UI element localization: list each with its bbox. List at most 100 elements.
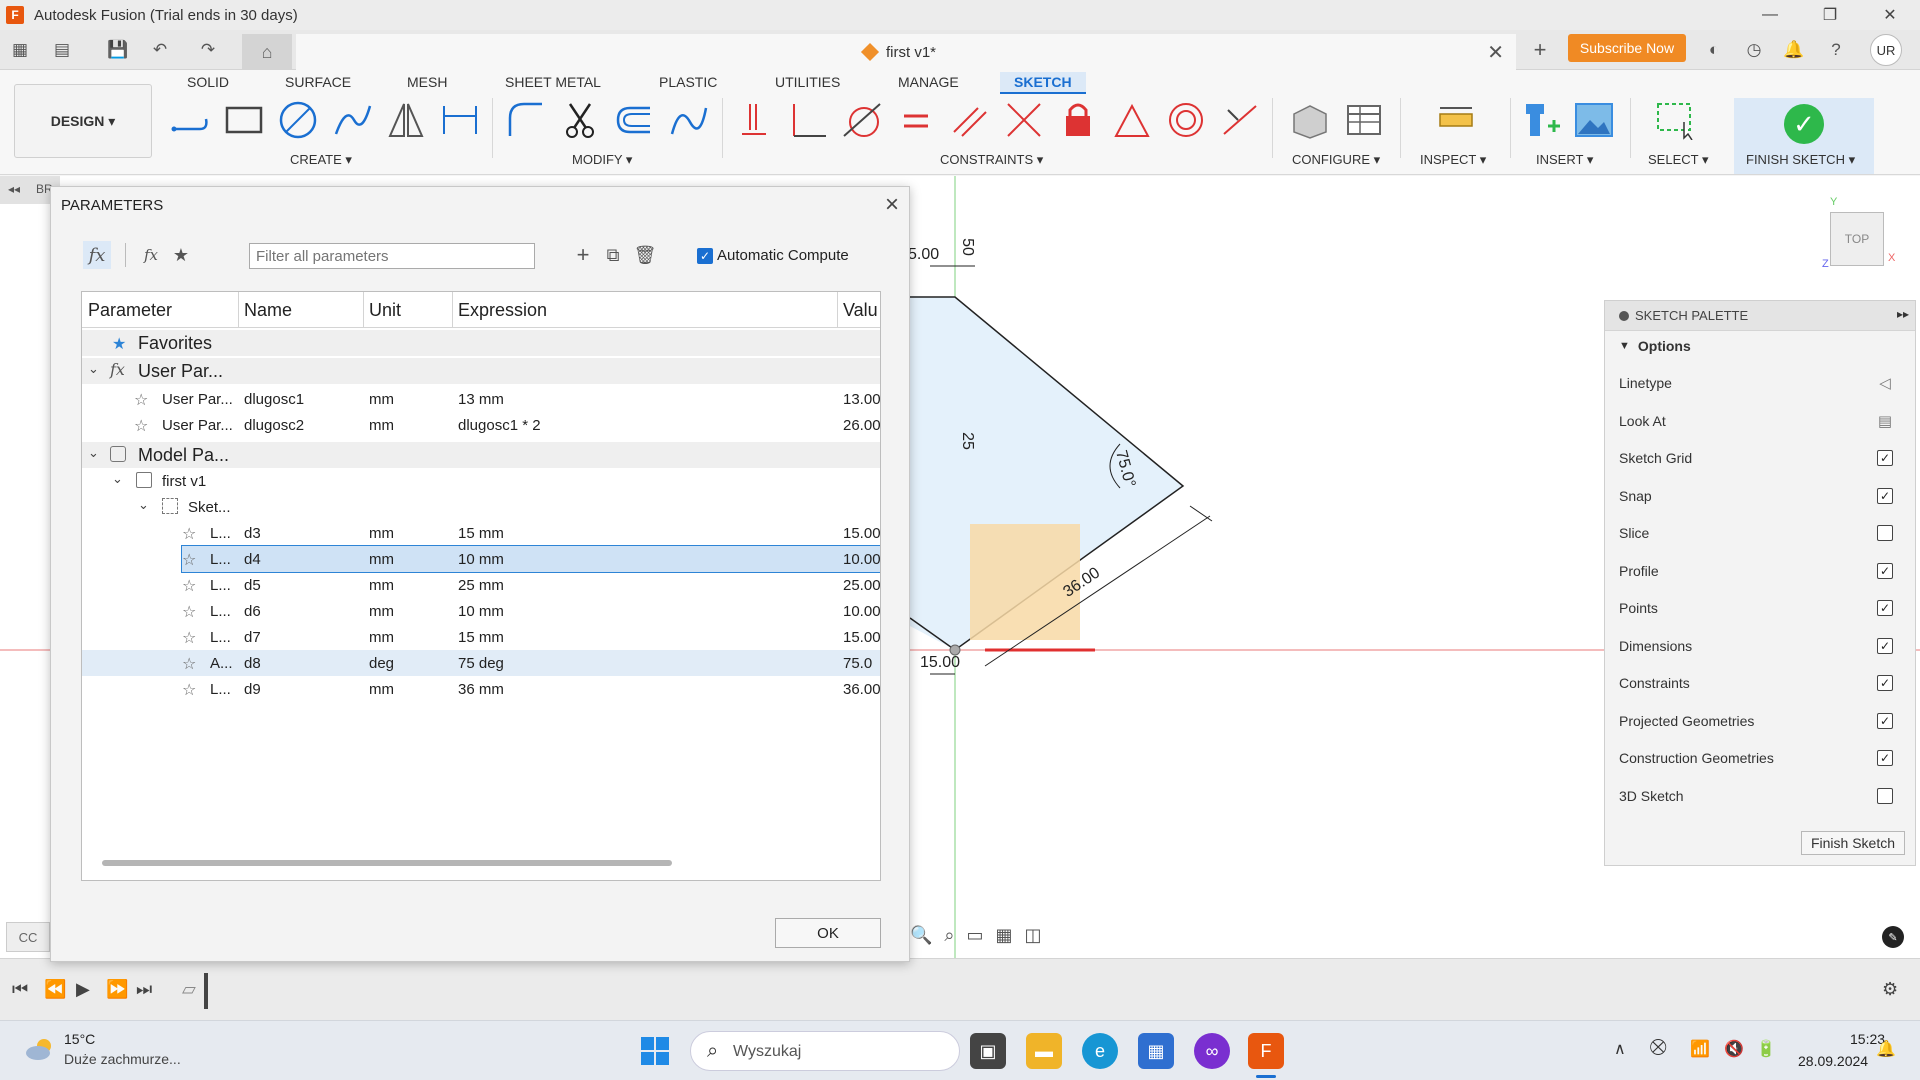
palette-pin-icon[interactable]: [1619, 310, 1629, 321]
parameter-expression-cell[interactable]: dlugosc1 * 2: [458, 417, 541, 434]
tab-sketch[interactable]: SKETCH: [1000, 72, 1086, 94]
rectangle-tool-icon[interactable]: [222, 98, 266, 142]
parameter-name-cell[interactable]: d7: [244, 629, 261, 646]
midpoint-constraint-icon[interactable]: [1110, 98, 1154, 142]
finish-sketch-button[interactable]: ✓ FINISH SKETCH ▾: [1734, 98, 1874, 174]
column-separator[interactable]: [837, 292, 838, 328]
parameter-unit-cell[interactable]: mm: [369, 629, 394, 646]
parameter-unit-cell[interactable]: mm: [369, 603, 394, 620]
insert-mesh-icon[interactable]: [1520, 98, 1564, 142]
subscribe-button[interactable]: Subscribe Now: [1568, 34, 1686, 62]
close-tab-icon[interactable]: ✕: [1487, 40, 1504, 65]
tab-plastic[interactable]: PLASTIC: [659, 74, 717, 90]
workspace-switcher-button[interactable]: DESIGN ▾: [14, 84, 152, 158]
sketch-timeline-item-icon[interactable]: ▱: [182, 979, 196, 1000]
home-tab-icon[interactable]: ⌂: [242, 34, 292, 70]
filter-parameters-input[interactable]: [249, 243, 535, 269]
parameter-name-cell[interactable]: d6: [244, 603, 261, 620]
help-icon[interactable]: ?: [1824, 38, 1848, 62]
measure-tool-icon[interactable]: [1434, 98, 1478, 142]
tangent-constraint-icon[interactable]: [840, 98, 884, 142]
options-section-header[interactable]: ▼ Options: [1605, 331, 1915, 361]
option-checkbox[interactable]: ✓: [1877, 637, 1893, 654]
parameter-expression-cell[interactable]: 13 mm: [458, 391, 504, 408]
column-header-expression[interactable]: Expression: [458, 300, 547, 321]
ok-button[interactable]: OK: [775, 918, 881, 948]
parameter-unit-cell[interactable]: mm: [369, 391, 394, 408]
parameter-name-cell[interactable]: d5: [244, 577, 261, 594]
column-separator[interactable]: [238, 292, 239, 328]
option-checkbox[interactable]: ✓: [1877, 675, 1893, 691]
grid-settings-icon[interactable]: ▦: [996, 925, 1013, 946]
go-to-end-icon[interactable]: ⏭: [136, 979, 152, 1000]
inspect-group-label[interactable]: INSPECT ▾: [1420, 152, 1486, 168]
zoom-icon[interactable]: ⌕: [944, 925, 954, 946]
spline-tool-icon[interactable]: [330, 98, 374, 142]
finish-sketch-palette-button[interactable]: Finish Sketch: [1801, 831, 1905, 855]
expand-arrows-icon[interactable]: ▸▸: [1897, 307, 1909, 321]
palette-option-row[interactable]: Points ✓: [1619, 594, 1909, 622]
favorite-star-icon[interactable]: ☆: [134, 416, 148, 436]
parameter-expression-cell[interactable]: 36 mm: [458, 681, 504, 698]
parameter-name-cell[interactable]: d4: [244, 551, 261, 568]
dimension-label[interactable]: 5.00: [908, 246, 939, 264]
favorite-star-icon[interactable]: ☆: [182, 654, 196, 674]
option-checkbox[interactable]: [1877, 787, 1893, 804]
palette-option-row[interactable]: Look At ▤: [1619, 407, 1909, 435]
line-tool-icon[interactable]: [168, 98, 212, 142]
parameter-name-cell[interactable]: d3: [244, 525, 261, 542]
favorite-star-icon[interactable]: ☆: [182, 602, 196, 622]
notifications-icon[interactable]: 🔔: [1782, 38, 1806, 62]
configure-component-icon[interactable]: [1286, 98, 1330, 142]
tab-surface[interactable]: SURFACE: [285, 74, 351, 90]
user-parameters-group-row[interactable]: ⌄ fx User Par...: [82, 358, 880, 384]
tab-sheet-metal[interactable]: SHEET METAL: [505, 74, 601, 90]
trim-tool-icon[interactable]: [558, 98, 602, 142]
tab-manage[interactable]: MANAGE: [898, 74, 959, 90]
collapse-arrows-icon[interactable]: ◂◂: [8, 182, 20, 196]
offset-tool-icon[interactable]: [612, 98, 656, 142]
favorite-star-icon[interactable]: ☆: [182, 628, 196, 648]
tab-utilities[interactable]: UTILITIES: [775, 74, 840, 90]
option-checkbox[interactable]: ✓: [1877, 750, 1893, 766]
app-icon[interactable]: ∞: [1194, 1033, 1230, 1069]
notification-bell-icon[interactable]: 🔔: [1876, 1039, 1896, 1059]
minimize-button[interactable]: —: [1740, 0, 1800, 30]
perpendicular-constraint-icon[interactable]: [786, 98, 830, 142]
select-group-label[interactable]: SELECT ▾: [1648, 152, 1708, 168]
parameter-unit-cell[interactable]: deg: [369, 655, 394, 672]
dimension-label[interactable]: 15.00: [920, 654, 960, 672]
close-window-button[interactable]: ✕: [1860, 0, 1920, 30]
linetype-icon[interactable]: ◁: [1875, 374, 1895, 392]
option-checkbox[interactable]: [1877, 525, 1893, 541]
viewcube[interactable]: TOP: [1830, 212, 1884, 266]
dimension-tool-icon[interactable]: [438, 98, 482, 142]
dimension-label[interactable]: 25: [958, 432, 976, 450]
palette-option-row[interactable]: Constraints ✓: [1619, 669, 1909, 697]
new-tab-plus-icon[interactable]: +: [1528, 37, 1552, 62]
column-header-name[interactable]: Name: [244, 300, 292, 321]
tab-solid[interactable]: SOLID: [187, 74, 229, 90]
extensions-icon[interactable]: ◐: [1702, 38, 1726, 62]
windows-start-icon[interactable]: [640, 1036, 670, 1066]
favorite-star-icon[interactable]: ☆: [134, 390, 148, 410]
parameter-expression-cell[interactable]: 75 deg: [458, 655, 504, 672]
fix-lock-constraint-icon[interactable]: [1056, 98, 1100, 142]
equal-constraint-icon[interactable]: [894, 98, 938, 142]
parameter-expression-cell[interactable]: 15 mm: [458, 525, 504, 542]
parameter-expression-cell[interactable]: 10 mm: [458, 551, 504, 568]
palette-option-row[interactable]: Sketch Grid ✓: [1619, 444, 1909, 472]
modify-group-label[interactable]: MODIFY ▾: [572, 152, 632, 168]
concentric-constraint-icon[interactable]: [1164, 98, 1208, 142]
parameter-unit-cell[interactable]: mm: [369, 525, 394, 542]
comments-panel-tab[interactable]: CC: [6, 922, 50, 952]
table-row[interactable]: ☆ L... d3 mm 15 mm 15.00: [82, 520, 880, 546]
table-row[interactable]: ☆ L... d9 mm 36 mm 36.00: [82, 676, 880, 702]
microsoft-store-icon[interactable]: ▦: [1138, 1033, 1174, 1069]
option-checkbox[interactable]: ✓: [1877, 487, 1893, 504]
timeline-settings-gear-icon[interactable]: ⚙: [1882, 979, 1898, 1000]
table-row[interactable]: ☆ L... d5 mm 25 mm 25.00: [82, 572, 880, 598]
delete-parameter-trash-icon[interactable]: 🗑: [631, 241, 659, 269]
circle-tool-icon[interactable]: [276, 98, 320, 142]
all-parameters-fx-icon[interactable]: fx: [83, 241, 111, 269]
